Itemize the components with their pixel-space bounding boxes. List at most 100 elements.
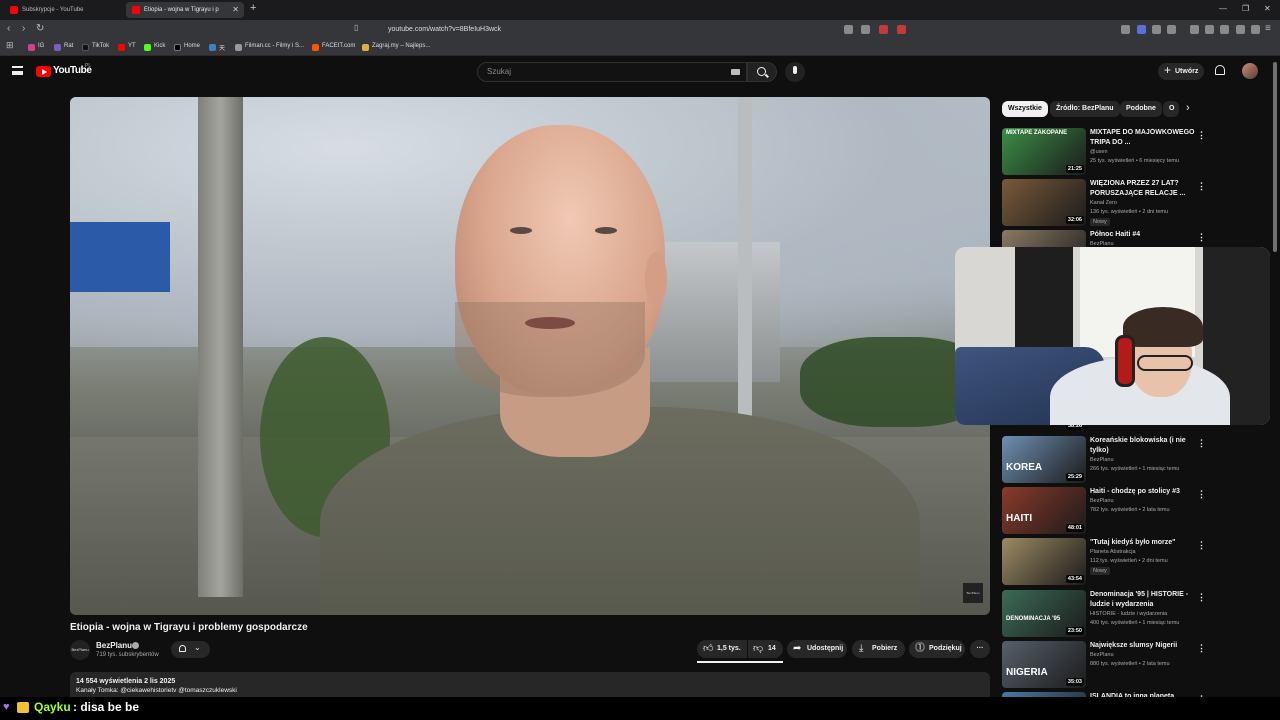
chip-related[interactable]: Podobne [1120,101,1162,117]
channel-watermark[interactable]: BezPlanu [963,583,983,603]
recommended-video[interactable]: 32:06 WIĘZIONA PRZEZ 27 LAT? PORUSZAJĄCE … [1002,179,1232,226]
recommended-video[interactable]: HAITI 48:01 Haiti - chodzę po stolicy #3 Be… [1002,487,1232,534]
recommended-channel-name[interactable]: BezPlanu [1090,652,1114,658]
menu-icon[interactable]: ≡ [1265,23,1271,34]
screen-icon[interactable] [844,25,853,34]
keyboard-icon[interactable] [731,69,740,75]
recommended-channel-name[interactable]: BezPlanu [1090,498,1114,504]
recommended-channel-name[interactable]: Kanał Zero [1090,200,1117,206]
bookmark-rat[interactable]: Rat [54,43,73,51]
video-thumbnail[interactable]: KOREA 25:29 [1002,436,1086,483]
search-input[interactable]: Szukaj [477,62,747,82]
page-scrollbar[interactable] [1273,62,1277,252]
recommended-video-title[interactable]: Największe slumsy Nigerii [1090,641,1200,651]
wallet-icon[interactable] [1220,25,1229,34]
channel-name[interactable]: BezPlanu [96,641,132,650]
extension-icon[interactable] [1152,25,1161,34]
video-thumbnail[interactable]: HAITI 48:01 [1002,487,1086,534]
microphone-icon[interactable] [785,62,805,82]
more-options-icon[interactable]: ⋮ [1197,489,1206,500]
extension-icon[interactable] [1167,25,1176,34]
more-options-icon[interactable]: ⋮ [1197,232,1206,243]
recommended-video-title[interactable]: Północ Haiti #4 [1090,230,1200,240]
restore-icon[interactable]: ❐ [1242,4,1249,13]
recommended-video[interactable]: 43:54 "Tutaj kiedyś było morze" Planeta Ab… [1002,538,1232,585]
audio-icon[interactable] [1137,25,1146,34]
video-thumbnail[interactable]: 43:54 [1002,538,1086,585]
sidebar-icon[interactable] [1205,25,1214,34]
notifications-bell-icon[interactable] [1215,65,1225,75]
chip-partial[interactable]: O [1163,101,1179,117]
recommended-video-title[interactable]: Koreańskie blokowiska (i nie tylko) [1090,436,1200,456]
tab-subscriptions[interactable]: Subskrypcje - YouTube [4,2,122,18]
reload-icon[interactable]: ↻ [36,23,44,34]
subscribed-notifications-button[interactable]: ⌄ [171,641,210,658]
bookmark-tiktok[interactable]: TikTok [82,43,109,51]
profile-icon[interactable] [1251,25,1260,34]
recommended-video-title[interactable]: WIĘZIONA PRZEZ 27 LAT? PORUSZAJĄCE RELAC… [1090,179,1200,199]
bookmark-yt[interactable]: YT [118,43,136,51]
recommended-video[interactable]: MIXTAPE ZAKOPANE 21:25 MIXTAPE DO MAJÓWKOW… [1002,128,1232,175]
more-options-icon[interactable]: ⋮ [1197,130,1206,141]
recommended-video-title[interactable]: MIXTAPE DO MAJÓWKOWEGO TRIPA DO ... [1090,128,1200,148]
brave-shield-icon[interactable] [879,25,888,34]
dislike-button[interactable]: 👎︎ 14 [748,640,783,658]
share-icon[interactable] [861,25,870,34]
recommended-channel-name[interactable]: BezPlanu [1090,457,1114,463]
recommended-channel-name[interactable]: HISTORIE - ludzie i wydarzenia [1090,611,1167,617]
recommended-channel-name[interactable]: @usen [1090,149,1108,155]
chevron-right-icon[interactable]: › [1186,102,1190,114]
new-tab-button[interactable]: + [250,2,256,14]
recommended-video-title[interactable]: Haiti - chodzę po stolicy #3 [1090,487,1200,497]
recommended-video-title[interactable]: "Tutaj kiedyś było morze" [1090,538,1200,548]
chip-from-channel[interactable]: Źródło: BezPlanu [1050,101,1120,117]
more-actions-button[interactable]: ··· [970,640,990,658]
more-options-icon[interactable]: ⋮ [1197,592,1206,603]
close-window-icon[interactable]: ✕ [1264,4,1271,13]
more-options-icon[interactable]: ⋮ [1197,643,1206,654]
apps-grid-icon[interactable]: ⊞ [6,40,14,51]
hamburger-menu-icon[interactable] [12,66,23,75]
like-button[interactable]: 👍︎ 1,5 tys. [697,640,747,658]
bookmark-zagraj[interactable]: Zagraj.my – Najleps... [362,43,430,51]
recommended-video[interactable]: KOREA 25:29 Koreańskie blokowiska (i nie t… [1002,436,1232,483]
recommended-video[interactable]: DENOMINACJA '95 23:50 Denominacja '95 | HI… [1002,590,1232,637]
vpn-icon[interactable] [1236,25,1245,34]
tab-current-video[interactable]: Etiopia - wojna w Tigrayu i p ✕ [126,2,244,18]
bookmark-icon[interactable]: ▯ [354,23,358,32]
forward-icon[interactable]: › [22,23,25,34]
bookmark-home[interactable]: Home [174,43,200,51]
share-button[interactable]: ➦ Udostępnij [787,640,847,658]
user-avatar[interactable] [1242,63,1258,79]
music-icon[interactable] [1190,25,1199,34]
bookmark-kick[interactable]: Kick [144,43,165,51]
more-options-icon[interactable]: ⋮ [1197,540,1206,551]
video-thumbnail[interactable]: 32:06 [1002,179,1086,226]
video-thumbnail[interactable]: MIXTAPE ZAKOPANE 21:25 [1002,128,1086,175]
recommended-channel-name[interactable]: Planeta Abstrakcja [1090,549,1136,555]
youtube-logo-icon[interactable] [36,66,51,77]
back-icon[interactable]: ‹ [7,23,10,34]
bookmark-ig[interactable]: IG [28,43,44,51]
close-tab-icon[interactable]: ✕ [232,2,239,18]
video-player[interactable]: BezPlanu [70,97,990,615]
download-button[interactable]: ⤓ Pobierz [852,640,905,658]
recommended-video-title[interactable]: Denominacja '95 | HISTORIE - ludzie i wy… [1090,590,1200,610]
bookmark-faceit[interactable]: FACEIT.com [312,43,355,51]
video-thumbnail[interactable]: NIGERIA 35:03 [1002,641,1086,688]
channel-avatar[interactable]: BezPlanu [70,640,90,660]
thanks-button[interactable]: ⓵ Podziękuj [909,640,965,658]
bookmark-chinese[interactable]: 天 [209,43,225,52]
rewards-icon[interactable] [897,25,906,34]
more-options-icon[interactable]: ⋮ [1197,181,1206,192]
recommended-video[interactable]: NIGERIA 35:03 Największe slumsy Nigerii Bez… [1002,641,1232,688]
video-thumbnail[interactable]: DENOMINACJA '95 23:50 [1002,590,1086,637]
chip-all[interactable]: Wszystkie [1002,101,1048,117]
bookmark-filman[interactable]: Filman.cc - Filmy i S... [235,43,304,51]
create-button[interactable]: + Utwórz [1158,63,1204,80]
search-button[interactable] [747,62,777,82]
extension-icon[interactable] [1121,25,1130,34]
url-field[interactable]: youtube.com/watch?v=8BfeIuH3wck [370,23,910,37]
more-options-icon[interactable]: ⋮ [1197,438,1206,449]
minimize-icon[interactable]: — [1219,4,1227,13]
